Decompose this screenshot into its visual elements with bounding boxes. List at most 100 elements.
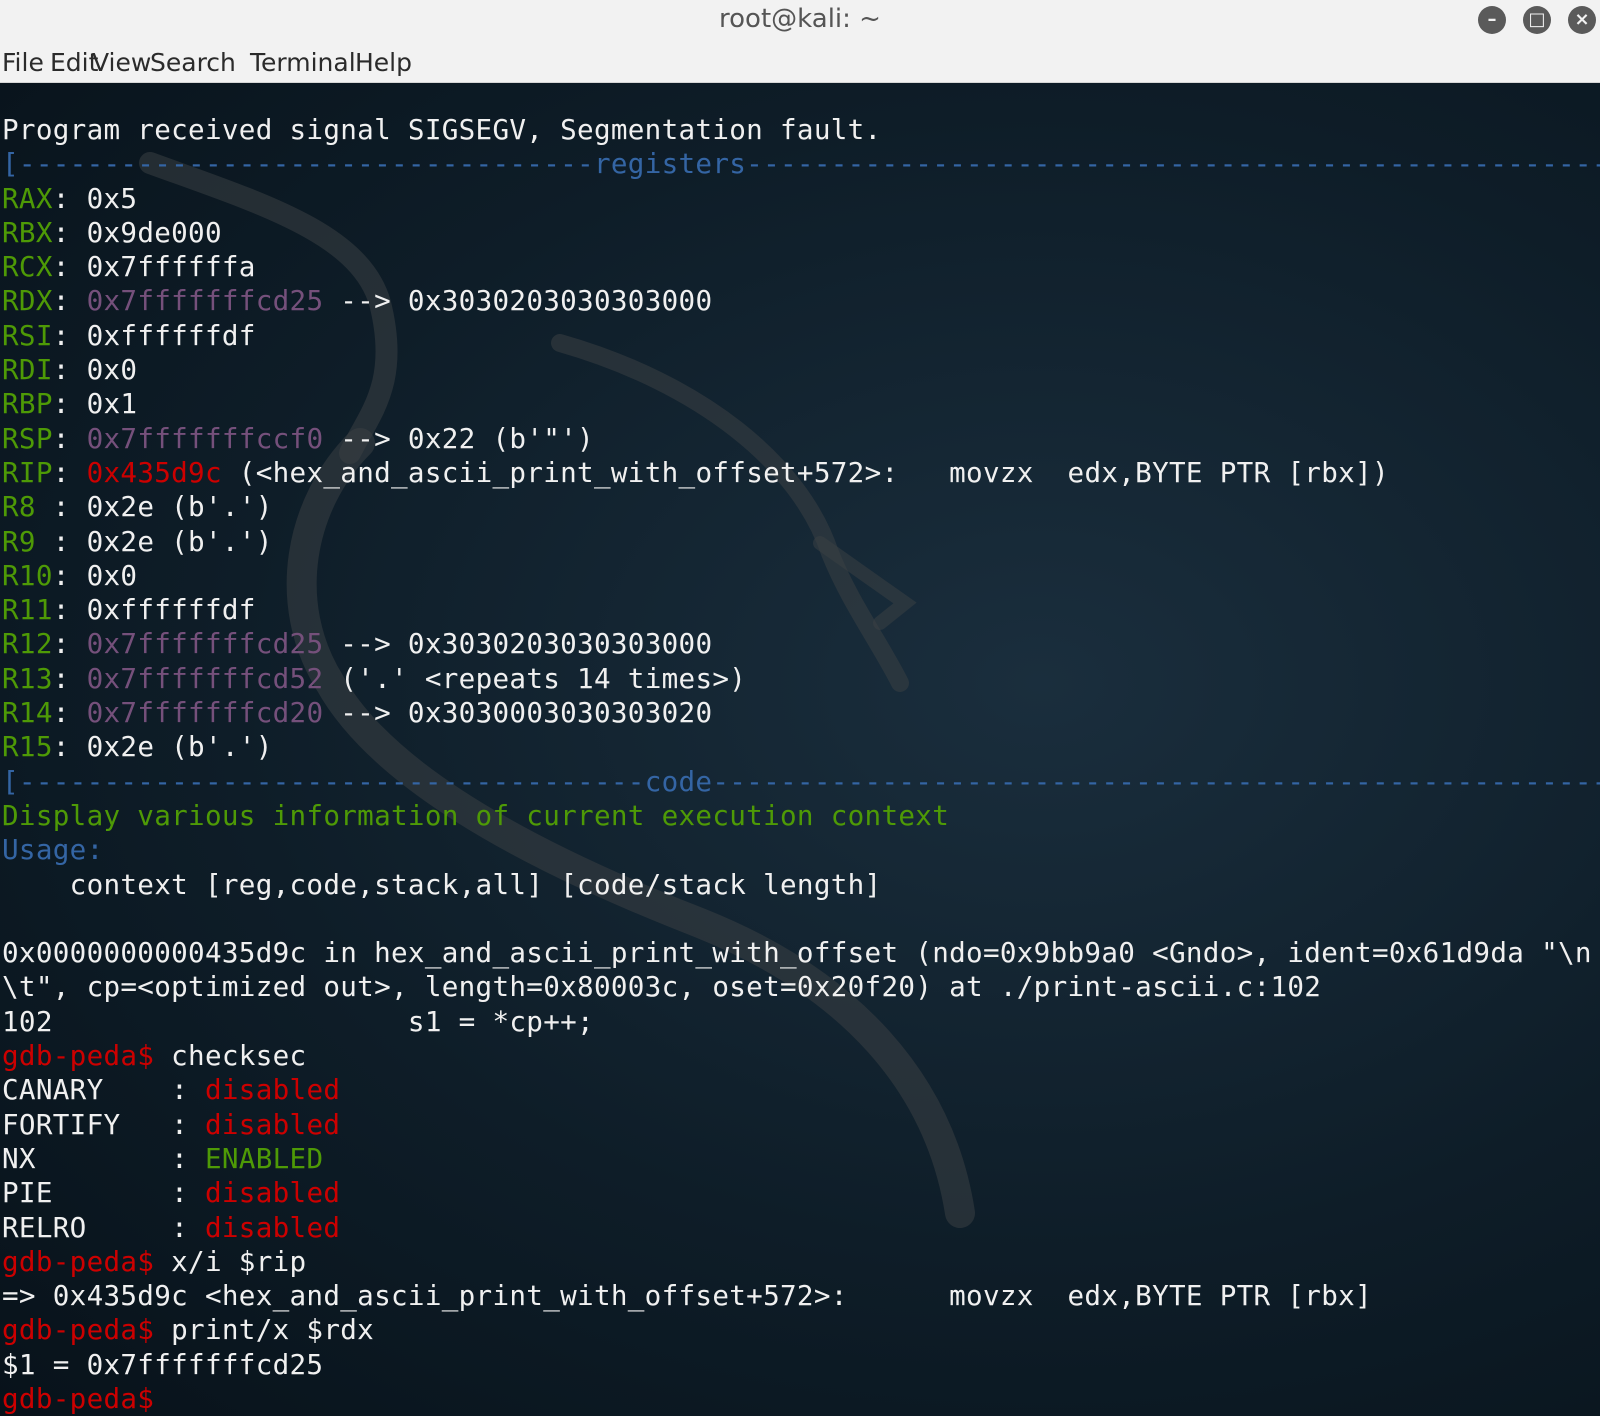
signal-line: Program received signal SIGSEGV, Segment… [2, 113, 882, 146]
minimize-icon[interactable]: – [1478, 6, 1506, 34]
register-name: R9 [2, 524, 53, 558]
gdb-prompt: gdb-peda$ [2, 1381, 155, 1415]
register-colon: : [52, 421, 87, 455]
header-rule-right: ----------------------------------------… [746, 147, 1600, 181]
register-address: 0x7fffffffccf0 [86, 421, 324, 455]
register-address: 0x7fffffffcd52 [86, 661, 324, 695]
terminal-area[interactable]: Program received signal SIGSEGV, Segment… [0, 83, 1600, 1416]
menu-bar: File Edit View Search Terminal Help [0, 40, 1600, 83]
register-colon: : [52, 627, 87, 661]
command-line: gdb-peda$ x/i $rip [2, 1245, 1600, 1279]
register-row: RDX: 0x7fffffffcd25 --> 0x30302030303030… [2, 284, 1600, 318]
checksec-status: ENABLED [204, 1141, 324, 1175]
register-colon: : [52, 661, 87, 695]
register-row: RSP: 0x7fffffffccf0 --> 0x22 (b'"') [2, 422, 1600, 456]
register-row: RDI: 0x0 [2, 353, 1600, 387]
source-line: 102 s1 = *cp++; [2, 1004, 594, 1038]
code-label: code [644, 764, 713, 798]
register-row: RAX: 0x5 [2, 182, 1600, 216]
code-header: [-------------------------------------co… [2, 765, 1600, 799]
register-colon: : [52, 181, 87, 215]
active-prompt-line[interactable]: gdb-peda$ [2, 1382, 1600, 1416]
register-value: 0x9de000 [86, 215, 222, 249]
register-name: RDX [2, 284, 53, 318]
register-value: 0x5 [86, 181, 138, 215]
register-colon: : [52, 730, 87, 764]
checksec-row: NX : ENABLED [2, 1142, 1600, 1176]
title-bar[interactable]: root@kali: ~ – □ × [0, 0, 1600, 40]
checksec-key: CANARY : [2, 1073, 205, 1107]
register-deref: --> 0x3030203030303000 [323, 627, 713, 661]
registers-header: [----------------------------------regis… [2, 147, 1600, 181]
register-name: RAX [2, 181, 53, 215]
register-name: R14 [2, 696, 53, 730]
register-row: RBX: 0x9de000 [2, 216, 1600, 250]
register-name: RIP [2, 455, 53, 489]
register-row-rip: RIP: 0x435d9c (<hex_and_ascii_print_with… [2, 456, 1600, 490]
command-text: checksec [154, 1039, 307, 1073]
register-colon: : [52, 490, 87, 524]
header-rule-left: [------------------------------------- [2, 764, 645, 798]
register-name: RSI [2, 318, 53, 352]
register-name: R8 [2, 490, 53, 524]
gdb-prompt: gdb-peda$ [2, 1244, 155, 1278]
register-value: 0x0 [86, 353, 138, 387]
register-colon: : [52, 558, 87, 592]
register-value: 0x2e (b'.') [86, 730, 273, 764]
menu-terminal[interactable]: Terminal [250, 48, 356, 77]
register-deref: ('.' <repeats 14 times>) [323, 661, 747, 695]
command-line: gdb-peda$ checksec [2, 1039, 1600, 1073]
register-row: R15: 0x2e (b'.') [2, 730, 1600, 764]
register-colon: : [52, 387, 87, 421]
usage-line: context [reg,code,stack,all] [code/stack… [2, 867, 882, 901]
register-name: RBX [2, 215, 53, 249]
register-colon: : [52, 318, 87, 352]
register-address: 0x7fffffffcd20 [86, 696, 324, 730]
register-name: R15 [2, 730, 53, 764]
register-row: RBP: 0x1 [2, 387, 1600, 421]
register-colon: : [52, 250, 87, 284]
register-value: 0xffffffdf [86, 593, 256, 627]
register-colon: : [52, 455, 87, 489]
register-name: R13 [2, 661, 53, 695]
menu-help[interactable]: Help [355, 48, 412, 77]
checksec-row: PIE : disabled [2, 1176, 1600, 1210]
register-row: RCX: 0x7ffffffa [2, 250, 1600, 284]
checksec-row: RELRO : disabled [2, 1211, 1600, 1245]
register-colon: : [52, 215, 87, 249]
menu-search[interactable]: Search [150, 48, 236, 77]
header-rule-right: ----------------------------------------… [712, 764, 1600, 798]
gdb-prompt: gdb-peda$ [2, 1039, 155, 1073]
menu-view[interactable]: View [92, 48, 151, 77]
maximize-icon[interactable]: □ [1523, 6, 1551, 34]
checksec-status: disabled [204, 1210, 341, 1244]
checksec-status: disabled [204, 1107, 341, 1141]
register-row: R14: 0x7fffffffcd20 --> 0x30300030303030… [2, 696, 1600, 730]
checksec-key: RELRO : [2, 1210, 205, 1244]
register-value: 0x2e (b'.') [86, 490, 273, 524]
register-deref: --> 0x22 (b'"') [323, 421, 594, 455]
close-icon[interactable]: × [1568, 6, 1596, 34]
menu-file[interactable]: File [2, 48, 44, 77]
usage-label: Usage: [2, 833, 104, 867]
checksec-key: FORTIFY : [2, 1107, 205, 1141]
register-colon: : [52, 284, 87, 318]
register-address: 0x7fffffffcd25 [86, 627, 324, 661]
register-deref: --> 0x3030203030303000 [323, 284, 713, 318]
register-row: R10: 0x0 [2, 559, 1600, 593]
checksec-row: FORTIFY : disabled [2, 1108, 1600, 1142]
checksec-key: NX : [2, 1141, 205, 1175]
checksec-status: disabled [204, 1176, 341, 1210]
command-line: gdb-peda$ print/x $rdx [2, 1313, 1600, 1347]
command-text: x/i $rip [154, 1244, 307, 1278]
register-name: RDI [2, 353, 53, 387]
terminal-output: Program received signal SIGSEGV, Segment… [2, 113, 1600, 1416]
register-row: R13: 0x7fffffffcd52 ('.' <repeats 14 tim… [2, 662, 1600, 696]
register-name: R10 [2, 558, 53, 592]
register-row: R12: 0x7fffffffcd25 --> 0x30302030303030… [2, 627, 1600, 661]
register-address: 0x435d9c [86, 455, 222, 489]
register-value: 0x7ffffffa [86, 250, 256, 284]
register-value: 0xffffffdf [86, 318, 256, 352]
register-colon: : [52, 353, 87, 387]
